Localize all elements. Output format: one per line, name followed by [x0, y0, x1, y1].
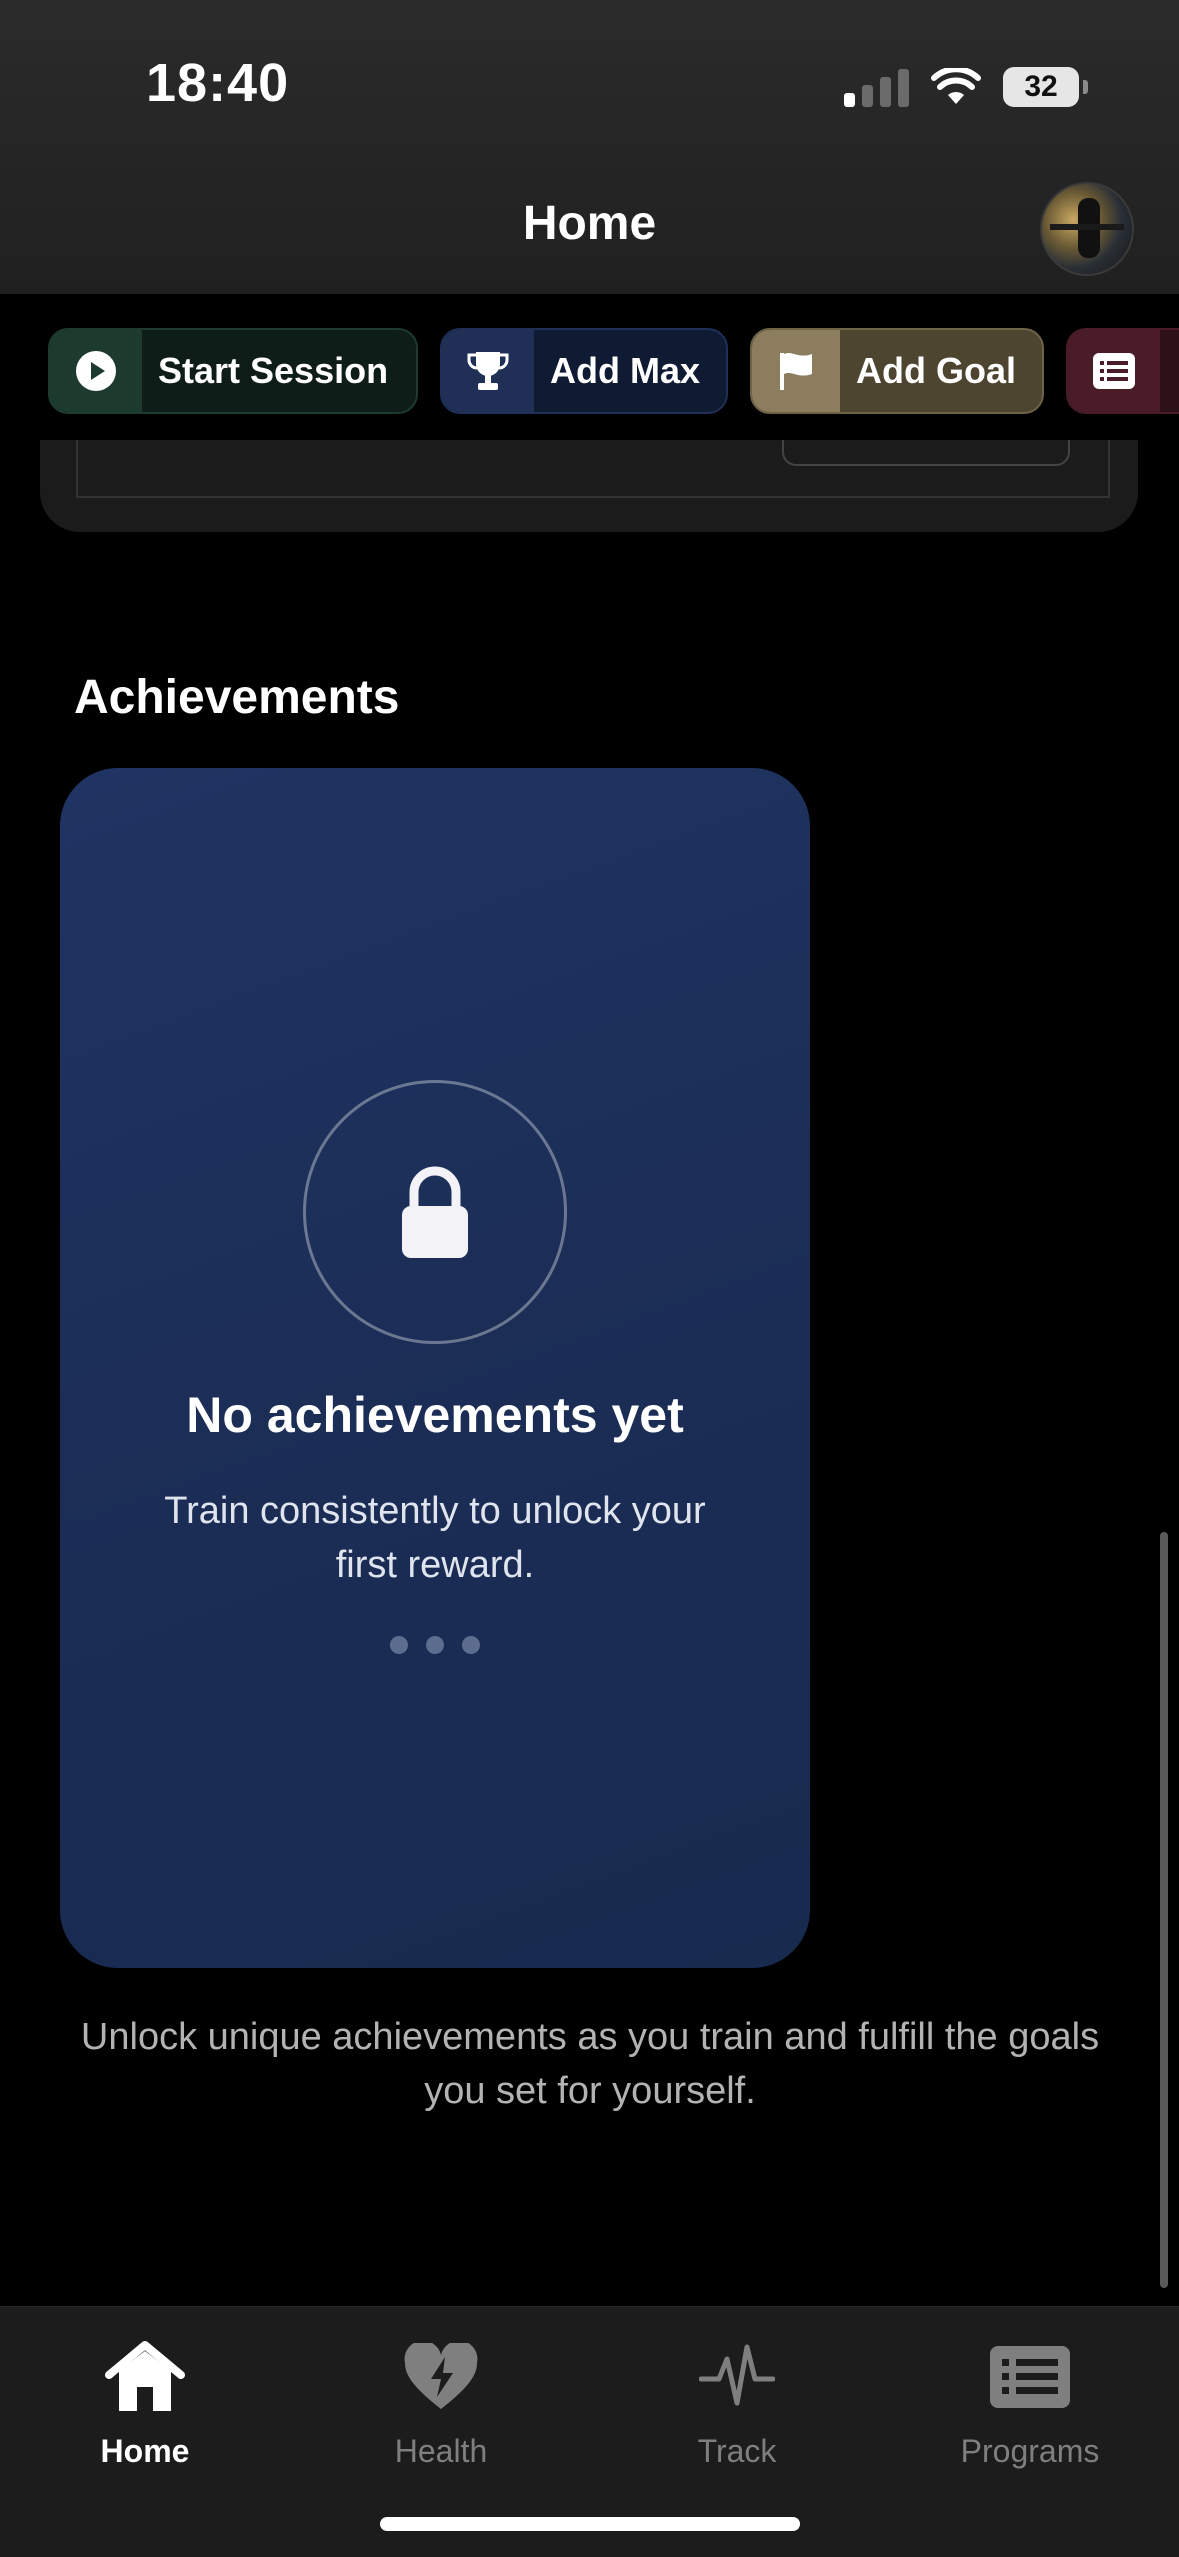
add-max-label: Add Max: [549, 350, 700, 391]
list-icon: [1093, 353, 1135, 389]
heart-bolt-icon: [404, 2343, 478, 2409]
list-action-button[interactable]: [1066, 328, 1179, 414]
lock-icon: [402, 1166, 468, 1258]
start-session-label: Start Session: [158, 350, 389, 391]
home-indicator: [380, 2517, 800, 2531]
achievements-footnote: Unlock unique achievements as you train …: [80, 2016, 1100, 2112]
empty-state-title: No achievements yet: [186, 1387, 684, 1443]
add-max-button[interactable]: Add Max: [440, 328, 728, 414]
house-icon: [105, 2341, 185, 2411]
tab-health-label: Health: [394, 2433, 488, 2469]
previous-card: [40, 440, 1138, 532]
page-dots: [390, 1636, 480, 1654]
play-icon: [76, 351, 116, 391]
tab-track-label: Track: [697, 2433, 777, 2469]
list-board-icon: [990, 2346, 1070, 2408]
cellular-signal-icon: [844, 67, 909, 107]
empty-state-subtitle: Train consistently to unlock your first …: [164, 1490, 706, 1586]
tab-track[interactable]: Track: [637, 2327, 837, 2470]
trophy-icon: [467, 352, 509, 390]
wifi-icon: [931, 68, 981, 104]
quick-actions: Start Session Add Max Add Goal: [0, 294, 1179, 448]
status-icons: 32: [844, 62, 1088, 112]
tab-programs-label: Programs: [960, 2433, 1100, 2469]
add-goal-button[interactable]: Add Goal: [750, 328, 1044, 414]
tab-bar: Home Health Track Programs: [0, 2306, 1179, 2557]
lock-badge: [303, 1080, 567, 1344]
scrollbar[interactable]: [1160, 1532, 1168, 2288]
start-session-button[interactable]: Start Session: [48, 328, 418, 414]
page-title: Home: [522, 197, 657, 250]
avatar[interactable]: [1040, 182, 1134, 276]
tab-health[interactable]: Health: [341, 2327, 541, 2470]
tab-home[interactable]: Home: [45, 2327, 245, 2470]
page-dot: [426, 1636, 444, 1654]
status-time: 18:40: [146, 53, 290, 113]
top-bar: 18:40 32 Home: [0, 0, 1179, 295]
flag-icon: [780, 352, 812, 390]
achievements-title: Achievements: [74, 671, 400, 724]
achievement-card[interactable]: No achievements yet Train consistently t…: [60, 768, 810, 1968]
pulse-icon: [699, 2344, 775, 2406]
page-dot: [462, 1636, 480, 1654]
tab-home-label: Home: [100, 2433, 190, 2469]
tab-programs[interactable]: Programs: [930, 2327, 1130, 2470]
battery-icon: 32: [1003, 67, 1088, 107]
page-dot: [390, 1636, 408, 1654]
add-goal-label: Add Goal: [856, 350, 1016, 391]
previous-card-button[interactable]: [782, 440, 1070, 466]
